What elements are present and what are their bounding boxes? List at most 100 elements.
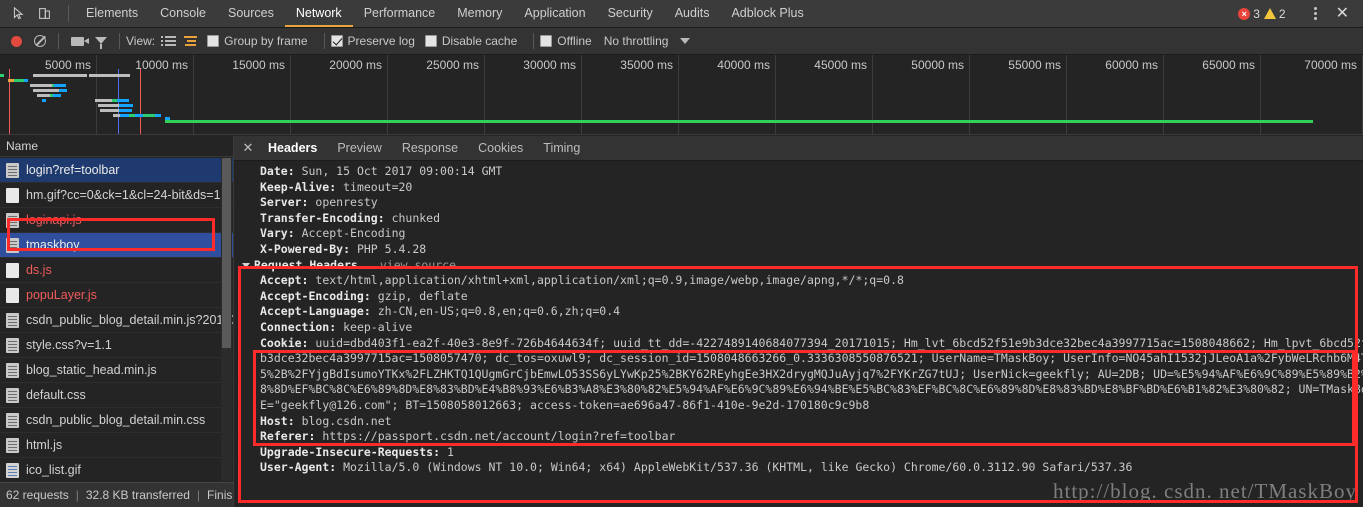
- device-toolbar-icon[interactable]: [32, 3, 56, 25]
- menubar-status: × 3 2 ✕: [1238, 0, 1363, 27]
- header-key: Vary:: [260, 226, 295, 241]
- preserve-log-checkbox[interactable]: Preserve log: [330, 34, 415, 48]
- cookie-value: 5%2B%2FYjgBdIsumoYTKx%2FLZHKTQ1QUgmGrCjb…: [260, 366, 1363, 381]
- offline-label: Offline: [557, 34, 592, 48]
- request-count: 62 requests: [6, 488, 69, 502]
- list-item[interactable]: loginapi.js: [0, 208, 233, 233]
- offline-checkbox[interactable]: Offline: [540, 34, 592, 48]
- list-item[interactable]: csdn_public_blog_detail.min.js?201707: [0, 308, 233, 333]
- overview-tick-label: 30000 ms: [523, 58, 576, 72]
- tab-headers[interactable]: Headers: [258, 136, 327, 161]
- request-headers-section[interactable]: Request Headers view source: [234, 258, 1363, 274]
- list-item[interactable]: default.css: [0, 383, 233, 408]
- requests-column-header[interactable]: Name: [0, 136, 233, 157]
- image-icon: [6, 462, 19, 478]
- cookie-value: 8%8D%EF%BC%8C%E6%89%8D%E8%83%BD%E4%B8%93…: [260, 382, 1363, 397]
- request-name: loginapi.js: [26, 213, 82, 227]
- tab-timing[interactable]: Timing: [533, 136, 590, 161]
- requests-scrollbar[interactable]: [221, 158, 232, 481]
- status-sep: |: [196, 488, 201, 502]
- overview-tick-label: 40000 ms: [717, 58, 770, 72]
- tab-adblock-plus[interactable]: Adblock Plus: [720, 0, 814, 27]
- disable-cache-checkbox[interactable]: Disable cache: [424, 34, 517, 48]
- chevron-down-icon[interactable]: [242, 262, 250, 268]
- request-name: default.css: [26, 388, 86, 402]
- tab-security[interactable]: Security: [597, 0, 664, 27]
- warning-count-label: 2: [1278, 6, 1286, 21]
- list-item[interactable]: ico_list.gif: [0, 458, 233, 481]
- close-detail-icon[interactable]: ✕: [238, 140, 258, 156]
- cookie-key: Cookie:: [260, 335, 309, 350]
- warning-icon: [1263, 8, 1276, 19]
- chevron-down-icon[interactable]: [680, 38, 691, 44]
- watermark-text: http://blog. csdn. net/TMaskBoy: [1053, 479, 1357, 503]
- tab-memory[interactable]: Memory: [446, 0, 513, 27]
- throttling-select[interactable]: No throttling: [604, 34, 669, 48]
- warning-count-badge[interactable]: 2: [1263, 6, 1286, 21]
- tab-response[interactable]: Response: [392, 136, 468, 161]
- overview-tick-label: 55000 ms: [1008, 58, 1061, 72]
- header-row: Transfer-Encoding: chunked: [234, 211, 1363, 227]
- header-value: gzip, deflate: [377, 288, 468, 303]
- list-item[interactable]: login?ref=toolbar: [0, 158, 233, 183]
- tab-cookies[interactable]: Cookies: [468, 136, 533, 161]
- request-name: hm.gif?cc=0&ck=1&cl=24-bit&ds=13.: [26, 188, 231, 202]
- overview-tick-label: 70000 ms: [1304, 58, 1357, 72]
- list-view-icon[interactable]: [161, 34, 180, 48]
- group-by-frame-label: Group by frame: [224, 34, 308, 48]
- header-row: Date: Sun, 15 Oct 2017 09:00:14 GMT: [234, 164, 1363, 180]
- list-item[interactable]: hm.gif?cc=0&ck=1&cl=24-bit&ds=13.: [0, 183, 233, 208]
- group-by-frame-checkbox[interactable]: Group by frame: [207, 34, 308, 48]
- network-main: Name login?ref=toolbar hm.gif?cc=0&ck=1&…: [0, 136, 1363, 507]
- request-name: style.css?v=1.1: [26, 338, 112, 352]
- cookie-row-cont: E="geekfly@126.com"; BT=1508058012663; a…: [234, 398, 1363, 414]
- list-item[interactable]: csdn_public_blog_detail.min.css: [0, 408, 233, 433]
- headers-body[interactable]: Date: Sun, 15 Oct 2017 09:00:14 GMT Keep…: [234, 162, 1363, 507]
- clear-button[interactable]: [28, 30, 52, 52]
- offline-box: [540, 35, 553, 47]
- header-value: zh-CN,en-US;q=0.8,en;q=0.6,zh;q=0.4: [377, 304, 621, 319]
- header-value: Mozilla/5.0 (Windows NT 10.0; Win64; x64…: [343, 460, 1133, 475]
- network-overview[interactable]: 5000 ms 10000 ms 15000 ms 20000 ms 25000…: [0, 55, 1363, 135]
- overview-tick-label: 65000 ms: [1202, 58, 1255, 72]
- waterfall-view-icon[interactable]: [180, 34, 201, 48]
- scrollbar-thumb[interactable]: [222, 158, 231, 348]
- inspect-element-icon[interactable]: [6, 3, 30, 25]
- list-item[interactable]: html.js: [0, 433, 233, 458]
- more-options-icon[interactable]: [1307, 7, 1324, 20]
- network-status-bar: 62 requests | 32.8 KB transferred | Fini…: [0, 482, 233, 507]
- error-count-label: 3: [1253, 6, 1260, 21]
- list-item[interactable]: ds.js: [0, 258, 233, 283]
- tab-network[interactable]: Network: [284, 0, 353, 27]
- header-value: chunked: [391, 210, 441, 225]
- tab-elements[interactable]: Elements: [75, 0, 149, 27]
- error-count-badge[interactable]: × 3: [1238, 7, 1260, 21]
- filter-icon: [95, 36, 107, 49]
- tab-sources[interactable]: Sources: [217, 0, 285, 27]
- cookie-value: E="geekfly@126.com"; BT=1508058012663; a…: [260, 397, 870, 412]
- list-item[interactable]: tmaskboy: [0, 233, 233, 258]
- disable-cache-box: [424, 35, 437, 47]
- view-source-link[interactable]: view source: [380, 258, 456, 272]
- list-item[interactable]: style.css?v=1.1: [0, 333, 233, 358]
- load-event-line-2: [140, 69, 141, 134]
- tab-performance[interactable]: Performance: [353, 0, 447, 27]
- header-row: Accept-Encoding: gzip, deflate: [234, 289, 1363, 305]
- tab-audits[interactable]: Audits: [664, 0, 721, 27]
- plain-file-icon: [6, 287, 19, 303]
- header-value: https://passport.csdn.net/account/login?…: [322, 429, 676, 444]
- capture-screenshots-button[interactable]: [65, 30, 89, 52]
- list-item[interactable]: popuLayer.js: [0, 283, 233, 308]
- record-button[interactable]: [4, 30, 28, 52]
- header-value: openresty: [315, 195, 378, 210]
- tab-preview[interactable]: Preview: [327, 136, 391, 161]
- filter-button[interactable]: [89, 30, 113, 52]
- document-icon: [6, 387, 19, 403]
- tab-console[interactable]: Console: [149, 0, 217, 27]
- tab-application[interactable]: Application: [513, 0, 596, 27]
- header-row: Server: openresty: [234, 195, 1363, 211]
- close-devtools-icon[interactable]: ✕: [1328, 5, 1357, 22]
- header-value: Sun, 15 Oct 2017 09:00:14 GMT: [301, 164, 503, 178]
- plain-file-icon: [6, 187, 19, 203]
- list-item[interactable]: blog_static_head.min.js: [0, 358, 233, 383]
